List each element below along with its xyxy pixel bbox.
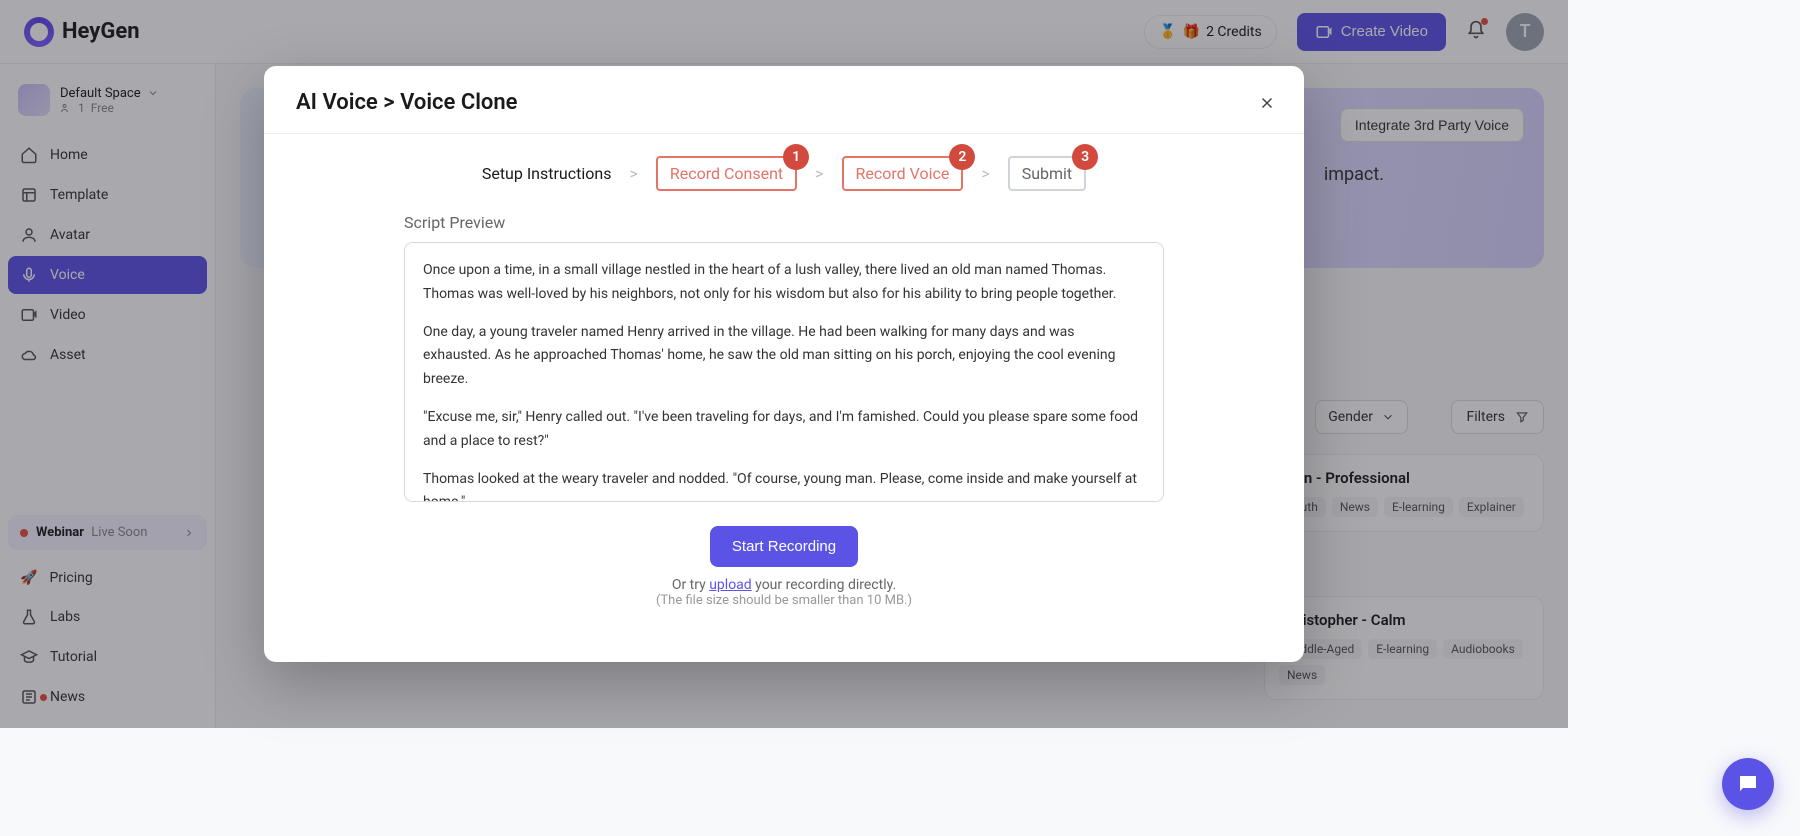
- modal-overlay[interactable]: AI Voice > Voice Clone Setup Instruction…: [0, 0, 1568, 728]
- step-badge: 3: [1072, 144, 1098, 170]
- script-paragraph: Once upon a time, in a small village nes…: [423, 259, 1145, 307]
- script-preview-box[interactable]: Once upon a time, in a small village nes…: [404, 242, 1164, 502]
- close-button[interactable]: [1252, 88, 1282, 118]
- close-icon: [1258, 94, 1276, 112]
- step-submit[interactable]: Submit 3: [1008, 156, 1086, 191]
- chat-icon: [1736, 772, 1760, 796]
- modal-title: AI Voice > Voice Clone: [296, 90, 1272, 115]
- step-setup: Setup Instructions: [482, 164, 612, 183]
- script-paragraph: Thomas looked at the weary traveler and …: [423, 468, 1145, 502]
- chat-fab[interactable]: [1722, 758, 1774, 810]
- step-record-consent[interactable]: Record Consent 1: [656, 156, 797, 191]
- script-paragraph: "Excuse me, sir," Henry called out. "I'v…: [423, 406, 1145, 454]
- step-record-voice[interactable]: Record Voice 2: [842, 156, 964, 191]
- upload-hint: Or try upload your recording directly.: [404, 577, 1164, 593]
- step-sep: >: [815, 164, 823, 183]
- stepper: Setup Instructions > Record Consent 1 > …: [264, 134, 1304, 213]
- voice-clone-modal: AI Voice > Voice Clone Setup Instruction…: [264, 66, 1304, 662]
- upload-note: (The file size should be smaller than 10…: [404, 593, 1164, 634]
- script-preview-heading: Script Preview: [404, 213, 1164, 232]
- script-paragraph: One day, a young traveler named Henry ar…: [423, 321, 1145, 392]
- step-sep: >: [981, 164, 989, 183]
- step-sep: >: [629, 164, 637, 183]
- upload-link[interactable]: upload: [709, 577, 751, 593]
- start-recording-button[interactable]: Start Recording: [710, 526, 858, 567]
- step-badge: 1: [783, 144, 809, 170]
- step-badge: 2: [949, 144, 975, 170]
